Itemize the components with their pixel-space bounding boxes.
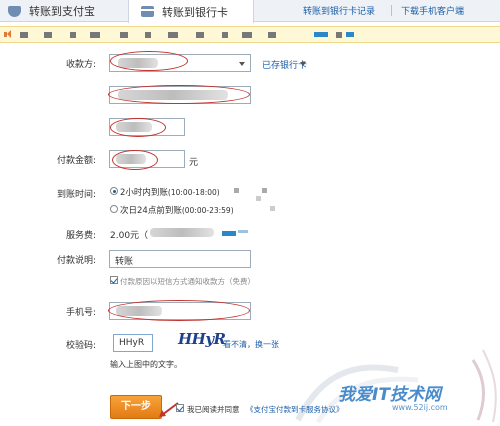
sms-notify-checkbox[interactable] bbox=[110, 276, 118, 284]
redacted-text bbox=[150, 228, 214, 237]
download-client-link[interactable]: 下载手机客户端 bbox=[401, 4, 464, 17]
notice-bar bbox=[0, 26, 500, 43]
arrival-2h-radio[interactable] bbox=[110, 187, 118, 195]
payment-note-label: 付款说明: bbox=[56, 256, 96, 266]
tab-label: 转账到银行卡 bbox=[162, 5, 228, 19]
payment-note-input[interactable]: 转账 bbox=[109, 250, 251, 268]
notice-redacted bbox=[336, 32, 342, 38]
phone-label: 手机号: bbox=[65, 308, 96, 318]
notice-redacted bbox=[70, 32, 76, 38]
captcha-input-value: HHyR bbox=[119, 338, 145, 348]
notice-redacted bbox=[90, 32, 100, 38]
redacted-mark bbox=[262, 188, 267, 193]
captcha-hint: 输入上图中的文字。 bbox=[110, 360, 182, 369]
captcha-refresh-link[interactable]: 看不清，换一张 bbox=[223, 339, 279, 350]
arrival-option-2: 次日24点前到账(00:00-23:59) bbox=[120, 206, 234, 216]
tab-bar: 转账到支付宝 转账到银行卡 转账到银行卡记录 下载手机客户端 bbox=[0, 0, 500, 23]
shield-icon bbox=[8, 5, 21, 17]
redacted-mark bbox=[222, 231, 236, 236]
notice-redacted bbox=[346, 32, 354, 37]
tab-transfer-to-bankcard[interactable]: 转账到银行卡 bbox=[128, 0, 254, 23]
service-fee-label: 服务费: bbox=[65, 231, 96, 241]
notice-redacted bbox=[168, 32, 178, 38]
agree-label: 我已阅读并同意 bbox=[187, 405, 240, 414]
speaker-icon bbox=[4, 30, 11, 39]
redacted-mark bbox=[270, 206, 275, 211]
watermark-title: 我爱IT技术网 bbox=[338, 385, 441, 405]
arrival-option-1: 2小时内到账(10:00-18:00) bbox=[120, 188, 220, 198]
divider bbox=[391, 5, 392, 16]
watermark-url: www.52ij.com bbox=[392, 403, 448, 412]
notice-redacted bbox=[120, 32, 128, 38]
amount-label: 付款金额: bbox=[56, 156, 96, 166]
notice-redacted bbox=[268, 32, 276, 38]
captcha-label: 校验码: bbox=[65, 341, 96, 351]
arrival-next-day-radio[interactable] bbox=[110, 205, 118, 213]
notice-redacted bbox=[145, 32, 151, 38]
notice-redacted bbox=[196, 32, 204, 38]
chevron-down-icon bbox=[239, 62, 245, 66]
captcha-input[interactable]: HHyR bbox=[113, 334, 153, 352]
sms-notify-label: 付款原因以短信方式通知收款方（免费） bbox=[120, 277, 255, 286]
chevron-down-icon bbox=[300, 62, 306, 66]
annotation-circle bbox=[110, 118, 166, 137]
tab-label: 转账到支付宝 bbox=[29, 5, 95, 18]
notice-redacted bbox=[20, 32, 28, 38]
arrival-time-label: 到账时间: bbox=[56, 190, 96, 200]
redacted-mark bbox=[238, 230, 248, 233]
transfer-records-link[interactable]: 转账到银行卡记录 bbox=[303, 4, 375, 17]
annotation-circle bbox=[108, 85, 250, 104]
service-fee-value: 2.00元（ bbox=[110, 231, 149, 241]
next-step-button[interactable]: 下一步 bbox=[110, 395, 162, 419]
notice-redacted bbox=[242, 32, 252, 38]
annotation-circle bbox=[110, 51, 188, 71]
annotation-circle bbox=[112, 150, 158, 170]
bank-card-icon bbox=[141, 6, 154, 17]
notice-redacted bbox=[44, 32, 52, 38]
annotation-circle bbox=[108, 300, 250, 321]
notice-redacted bbox=[222, 32, 228, 38]
payment-note-value: 转账 bbox=[115, 257, 134, 267]
agree-checkbox[interactable] bbox=[176, 404, 184, 412]
payee-label: 收款方: bbox=[65, 60, 96, 70]
redacted-mark bbox=[234, 188, 239, 193]
tab-transfer-to-alipay[interactable]: 转账到支付宝 bbox=[0, 0, 128, 22]
amount-unit: 元 bbox=[189, 158, 199, 168]
notice-redacted bbox=[314, 32, 328, 37]
captcha-image: HHyR bbox=[178, 330, 226, 348]
redacted-mark bbox=[256, 196, 261, 201]
agreement-link[interactable]: 《支付宝付款到卡服务协议》 bbox=[246, 404, 344, 415]
